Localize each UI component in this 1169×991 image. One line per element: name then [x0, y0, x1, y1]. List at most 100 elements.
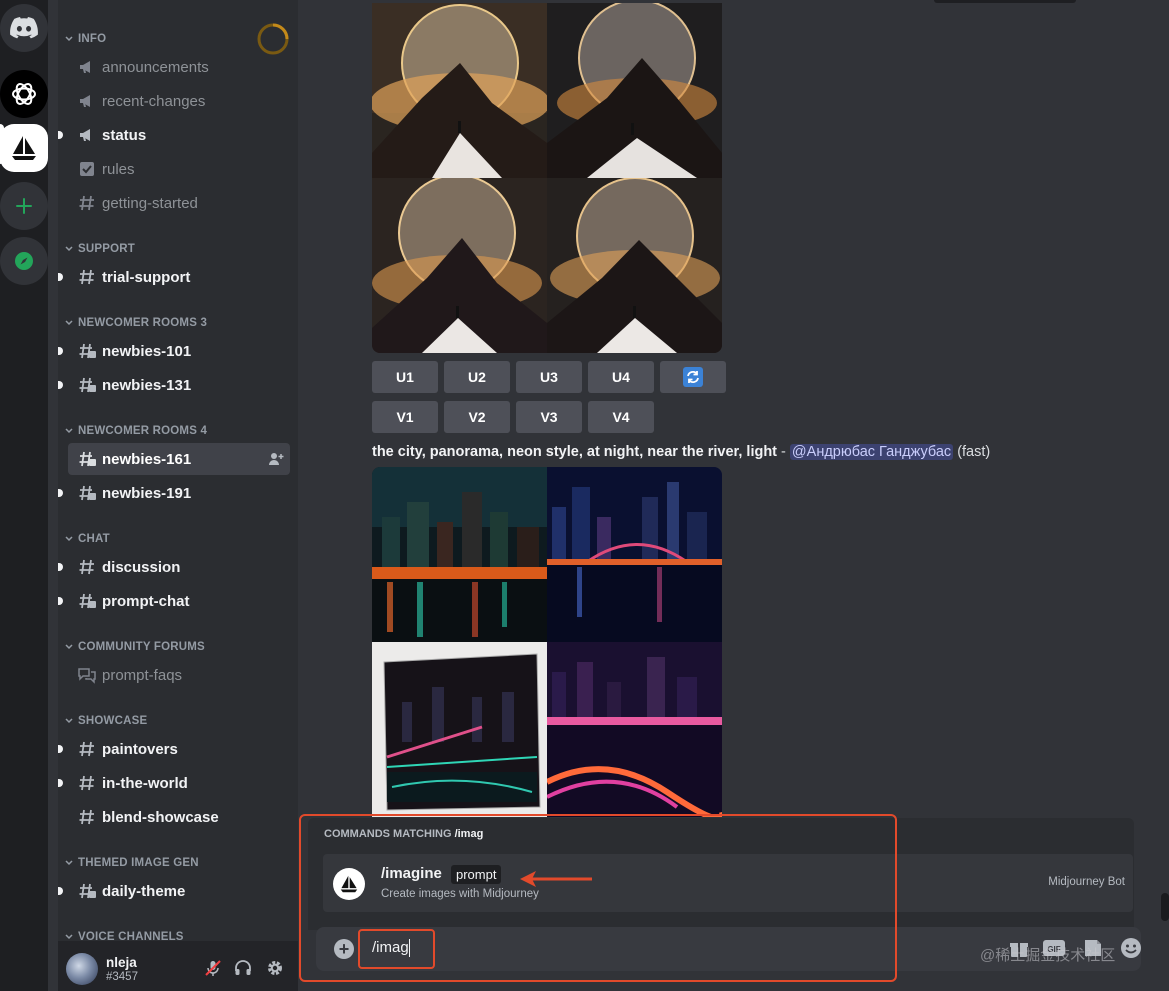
- server-midjourney[interactable]: [0, 124, 48, 172]
- image-quadrant-1: [372, 3, 547, 178]
- discord-logo-icon: [10, 17, 38, 39]
- image-quadrant-2: [547, 467, 722, 642]
- unread-indicator: [58, 779, 63, 787]
- channel-status[interactable]: status: [58, 119, 290, 151]
- upscale-button-1[interactable]: U1: [372, 361, 438, 393]
- text-caret: [408, 939, 410, 958]
- prompt-separator: -: [777, 444, 790, 460]
- command-option-imagine[interactable]: /imagine prompt Create images with Midjo…: [323, 854, 1133, 912]
- category-support[interactable]: SUPPORT: [58, 240, 135, 258]
- category-community-forums[interactable]: COMMUNITY FORUMS: [58, 638, 205, 656]
- channel-getting-started[interactable]: getting-started: [68, 187, 290, 219]
- unread-indicator: [58, 489, 63, 497]
- variation-button-4[interactable]: V4: [588, 401, 654, 433]
- channel-prompt-chat[interactable]: prompt-chat: [58, 585, 290, 617]
- add-server-button[interactable]: [0, 182, 48, 230]
- category-label: COMMUNITY FORUMS: [78, 641, 205, 653]
- megaphone-icon: [76, 93, 98, 109]
- emoji-icon[interactable]: [1120, 937, 1142, 964]
- image-quadrant-3: [372, 642, 547, 817]
- channel-in-the-world[interactable]: in-the-world: [58, 767, 290, 799]
- channel-discussion[interactable]: discussion: [58, 551, 290, 583]
- channel-announcements[interactable]: announcements: [68, 51, 290, 83]
- speed-label: (fast): [957, 444, 991, 460]
- hashtag-icon: [76, 774, 98, 792]
- scrollbar-thumb[interactable]: [1161, 893, 1169, 921]
- megaphone-icon: [76, 127, 98, 143]
- message-input-value: /imag: [372, 939, 409, 956]
- channel-paintovers[interactable]: paintovers: [58, 733, 290, 765]
- command-argument-badge: prompt: [451, 865, 502, 884]
- channel-prompt-faqs[interactable]: prompt-faqs: [68, 659, 290, 691]
- command-source: Midjourney Bot: [1048, 876, 1125, 888]
- message-input[interactable]: /imag: [372, 939, 410, 958]
- watermark: @稀土掘金技术社区: [980, 947, 1116, 964]
- upload-plus-icon[interactable]: +: [334, 939, 354, 959]
- popup-query: /imag: [454, 828, 484, 840]
- channel-label: daily-theme: [102, 882, 186, 900]
- hashtag-icon: [76, 558, 98, 576]
- variation-button-2[interactable]: V2: [444, 401, 510, 433]
- midjourney-bot-avatar: [333, 868, 365, 900]
- hashtag-icon: [76, 808, 98, 826]
- hashtag-icon: [76, 740, 98, 758]
- hashtag-icon: [76, 194, 98, 212]
- image-quadrant-1: [372, 467, 547, 642]
- category-themed-image-gen[interactable]: THEMED IMAGE GEN: [58, 854, 199, 872]
- server-openai[interactable]: [0, 70, 48, 118]
- channel-blend-showcase[interactable]: blend-showcase: [68, 801, 290, 833]
- category-label: NEWCOMER ROOMS 4: [78, 425, 208, 437]
- chevron-down-icon: [62, 644, 76, 650]
- upscale-button-4[interactable]: U4: [588, 361, 654, 393]
- variation-button-1[interactable]: V1: [372, 401, 438, 433]
- refresh-icon: [683, 367, 703, 387]
- channel-newbies-131[interactable]: newbies-131: [58, 369, 290, 401]
- midjourney-boat-icon: [340, 875, 358, 893]
- reroll-button[interactable]: [660, 361, 726, 393]
- explore-servers-button[interactable]: [0, 237, 48, 285]
- discord-home-button[interactable]: [0, 4, 48, 52]
- headphones-icon[interactable]: [234, 959, 252, 982]
- category-newcomer-rooms-4[interactable]: NEWCOMER ROOMS 4: [58, 422, 207, 440]
- channel-daily-theme[interactable]: daily-theme: [58, 875, 290, 907]
- user-panel: nleja #3457: [58, 941, 298, 991]
- variation-button-3[interactable]: V3: [516, 401, 582, 433]
- chevron-down-icon: [62, 428, 76, 434]
- image-grid-mountain[interactable]: [372, 3, 722, 353]
- channel-label: newbies-191: [102, 484, 192, 502]
- chevron-down-icon: [62, 246, 76, 252]
- category-label: THEMED IMAGE GEN: [78, 857, 199, 869]
- server-rail: [0, 0, 48, 991]
- threads-hashtag-icon: [76, 882, 98, 900]
- unread-indicator: [58, 745, 63, 753]
- category-info[interactable]: INFO: [58, 30, 106, 48]
- channel-sidebar: INFO announcements recent-changes status…: [58, 0, 298, 991]
- channel-recent-changes[interactable]: recent-changes: [68, 85, 290, 117]
- channel-newbies-161[interactable]: newbies-161: [68, 443, 290, 475]
- hashtag-icon: [76, 268, 98, 286]
- category-label: CHAT: [78, 533, 110, 545]
- megaphone-icon: [76, 59, 98, 75]
- channel-newbies-191[interactable]: newbies-191: [58, 477, 290, 509]
- unread-indicator: [58, 381, 63, 389]
- upscale-button-2[interactable]: U2: [444, 361, 510, 393]
- category-showcase[interactable]: SHOWCASE: [58, 712, 147, 730]
- channel-rules[interactable]: rules: [68, 153, 290, 185]
- upscale-button-3[interactable]: U3: [516, 361, 582, 393]
- category-newcomer-rooms-3[interactable]: NEWCOMER ROOMS 3: [58, 314, 207, 332]
- chevron-down-icon: [62, 536, 76, 542]
- image-grid-city[interactable]: [372, 467, 722, 817]
- settings-gear-icon[interactable]: [266, 959, 284, 982]
- chevron-down-icon: [62, 934, 76, 940]
- chevron-down-icon: [62, 718, 76, 724]
- user-mention[interactable]: @Андрюбас Ганджубас: [789, 444, 954, 460]
- invite-members-icon[interactable]: [268, 451, 284, 471]
- channel-trial-support[interactable]: trial-support: [58, 261, 290, 293]
- avatar[interactable]: [66, 953, 98, 985]
- search-input[interactable]: [934, 0, 1076, 3]
- channel-newbies-101[interactable]: newbies-101: [58, 335, 290, 367]
- image-quadrant-3: [372, 178, 547, 353]
- category-chat[interactable]: CHAT: [58, 530, 110, 548]
- mute-microphone-icon[interactable]: [204, 959, 222, 982]
- threads-hashtag-icon: [76, 592, 98, 610]
